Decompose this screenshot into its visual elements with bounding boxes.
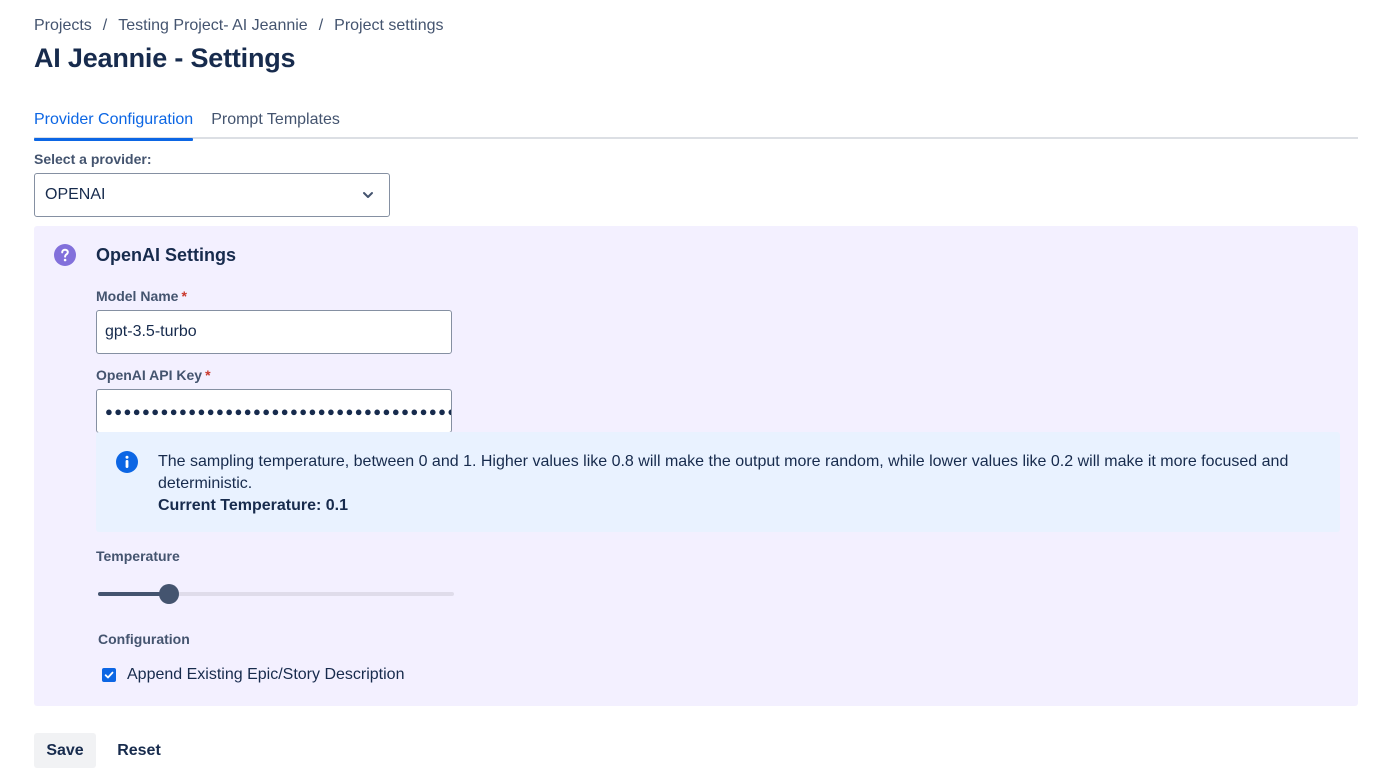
api-key-label: OpenAI API Key * [96, 367, 211, 383]
breadcrumb-project[interactable]: Testing Project- AI Jeannie [118, 17, 307, 35]
append-description-label: Append Existing Epic/Story Description [127, 666, 405, 683]
reset-button[interactable]: Reset [104, 733, 174, 768]
breadcrumb-separator: / [102, 17, 108, 34]
tab-provider-configuration[interactable]: Provider Configuration [34, 107, 194, 141]
question-circle-icon [54, 244, 76, 266]
check-icon [104, 671, 114, 679]
breadcrumb-project-settings[interactable]: Project settings [334, 17, 443, 35]
configuration-label: Configuration [98, 631, 190, 647]
temperature-slider[interactable] [98, 582, 454, 606]
tab-prompt-templates[interactable]: Prompt Templates [211, 107, 340, 139]
required-marker: * [205, 367, 211, 383]
provider-select[interactable]: OPENAI [34, 173, 390, 217]
provider-label: Select a provider: [34, 151, 152, 167]
info-circle-icon [116, 451, 138, 473]
page-title: AI Jeannie - Settings [34, 43, 296, 73]
append-description-checkbox[interactable] [102, 668, 116, 682]
temperature-info-message: The sampling temperature, between 0 and … [96, 432, 1340, 532]
breadcrumb-separator: / [318, 17, 324, 34]
temperature-description: The sampling temperature, between 0 and … [158, 453, 1289, 492]
api-key-input[interactable]: ●●●●●●●●●●●●●●●●●●●●●●●●●●●●●●●●●●●●●●●●… [96, 389, 452, 433]
temperature-label: Temperature [96, 548, 180, 564]
current-temperature: Current Temperature: 0.1 [158, 497, 348, 514]
provider-select-value: OPENAI [45, 186, 106, 203]
model-name-label-text: Model Name [96, 288, 179, 304]
model-name-label: Model Name * [96, 288, 187, 304]
openai-settings-panel: OpenAI Settings Model Name* OpenAI API K… [34, 226, 1358, 706]
chevron-down-icon [363, 192, 373, 198]
openai-settings-title: OpenAI Settings [96, 245, 237, 265]
required-marker: * [181, 288, 187, 304]
append-description-option[interactable]: Append Existing Epic/Story Description [102, 666, 404, 684]
tab-list: Provider Configuration Prompt Templates [34, 107, 1358, 141]
api-key-label-text: OpenAI API Key [96, 367, 203, 383]
slider-thumb[interactable] [159, 584, 179, 604]
breadcrumb: Projects / Testing Project- AI Jeannie /… [34, 17, 444, 35]
model-name-input[interactable] [96, 310, 452, 354]
breadcrumb-projects[interactable]: Projects [34, 17, 92, 35]
info-text-block: The sampling temperature, between 0 and … [158, 451, 1328, 517]
save-button[interactable]: Save [34, 733, 96, 768]
